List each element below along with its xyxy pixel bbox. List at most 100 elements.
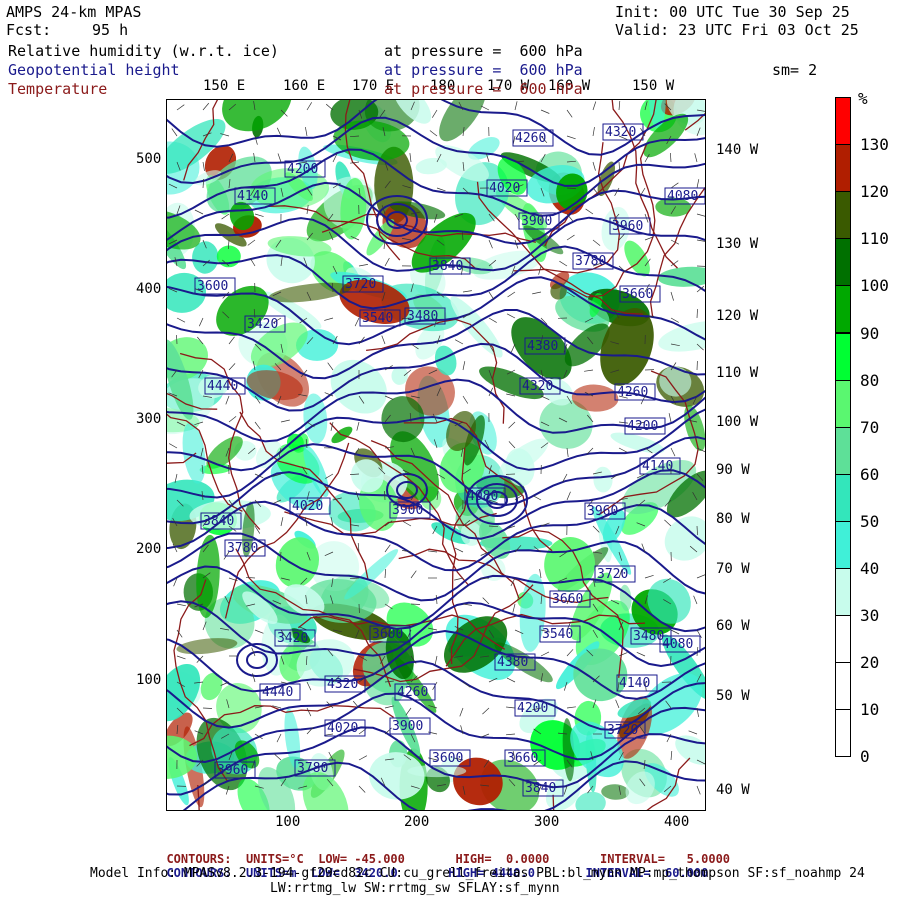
wind-barb xyxy=(566,491,571,501)
wind-barb xyxy=(225,395,230,405)
wind-barb xyxy=(202,161,205,171)
wind-barb xyxy=(358,755,368,761)
wind-barb xyxy=(614,187,620,196)
wind-barb xyxy=(636,651,646,657)
colorbar-segment xyxy=(835,473,851,522)
wind-barb xyxy=(618,100,621,111)
colorbar-label: 90 xyxy=(860,323,880,343)
map-canvas: 4320 4260 4200 4140 4080 4020 3960 3900 3840 3780… xyxy=(167,100,705,810)
wind-barb xyxy=(403,521,412,527)
colorbar-label: 60 xyxy=(860,464,880,484)
wind-barb xyxy=(354,317,360,327)
x-tick-label: 300 xyxy=(534,814,560,830)
wind-barb xyxy=(221,213,230,220)
height-label-text: 4320 xyxy=(605,125,636,140)
longitude-top-label: 150 W xyxy=(632,78,675,94)
wind-barb xyxy=(176,334,178,345)
wind-barb xyxy=(664,519,672,527)
wind-barb xyxy=(506,313,516,319)
wind-barb xyxy=(381,335,386,345)
wind-barb xyxy=(644,574,654,579)
longitude-top-label: 150 E xyxy=(203,78,246,94)
wind-barb xyxy=(325,473,334,479)
wind-barb xyxy=(566,234,575,241)
field-rh-label: Relative humidity (w.r.t. ice) xyxy=(8,42,279,60)
height-label-text: 4020 xyxy=(489,181,520,196)
colorbar-segment xyxy=(835,615,851,664)
wind-barb xyxy=(539,569,542,579)
colorbar-unit: % xyxy=(858,89,868,108)
height-label-text: 3900 xyxy=(392,503,423,518)
wind-barb xyxy=(276,127,282,137)
wind-barb xyxy=(507,291,516,298)
height-label-text: 4320 xyxy=(327,677,358,692)
wind-barb xyxy=(585,208,594,215)
wind-barb xyxy=(454,339,464,345)
colorbar-segment xyxy=(835,426,851,475)
wind-barb xyxy=(176,317,186,323)
wind-barb xyxy=(688,730,698,735)
longitude-right-label: 100 W xyxy=(716,414,759,430)
weather-map[interactable]: 4320 4260 4200 4140 4080 4020 3960 3900 3840 3780… xyxy=(166,99,706,811)
wind-barb xyxy=(505,733,516,736)
wind-barb xyxy=(274,753,282,761)
wind-barb xyxy=(540,109,550,114)
height-label-text: 3960 xyxy=(217,763,248,778)
colorbar-segment xyxy=(835,568,851,617)
colorbar-label: 70 xyxy=(860,417,880,437)
wind-barb xyxy=(384,544,391,553)
height-label-text: 4020 xyxy=(292,499,323,514)
forecast-hour: 95 h xyxy=(92,21,129,39)
wind-barb xyxy=(384,257,390,267)
wind-barb xyxy=(592,101,597,111)
colorbar-label: 110 xyxy=(860,229,889,249)
longitude-right-label: 50 W xyxy=(716,688,750,704)
height-label: 3600 xyxy=(194,277,236,295)
height-label-text: 4080 xyxy=(467,489,498,504)
wind-barb xyxy=(696,308,698,319)
height-label: 3780 xyxy=(572,252,614,270)
height-label-text: 3420 xyxy=(247,317,278,332)
height-label-text: 4440 xyxy=(207,379,238,394)
height-label: 4080 xyxy=(659,635,701,653)
wind-barb xyxy=(668,413,672,423)
wind-barb xyxy=(202,102,210,111)
y-tick-label: 100 xyxy=(136,672,162,688)
wind-barb xyxy=(254,421,261,430)
wind-barb xyxy=(247,239,256,246)
wind-barb xyxy=(358,785,366,793)
wind-barb xyxy=(384,705,394,709)
longitude-right-label: 60 W xyxy=(716,618,750,634)
wind-barb xyxy=(566,109,573,118)
height-label: 4020 xyxy=(289,497,331,515)
wind-barb xyxy=(280,419,290,423)
wind-barb xyxy=(566,447,569,457)
colorbar-label: 50 xyxy=(860,511,880,531)
wind-barb xyxy=(252,673,256,683)
longitude-right-label: 90 W xyxy=(716,462,750,478)
wind-barb xyxy=(670,655,672,666)
wind-barb xyxy=(566,706,576,709)
height-label-text: 3720 xyxy=(597,567,628,582)
humidity-patch xyxy=(675,735,705,765)
wind-barb xyxy=(245,576,256,579)
height-label-text: 3600 xyxy=(197,279,228,294)
model-info-line2: LW:rrtmg_lw SW:rrtmg_sw SFLAY:sf_mynn xyxy=(270,881,560,896)
wind-barb xyxy=(384,490,386,501)
height-label: 4440 xyxy=(204,377,246,395)
wind-barb xyxy=(488,239,493,249)
wind-barb xyxy=(228,336,235,345)
wind-barb xyxy=(510,343,516,353)
wind-barb xyxy=(615,699,620,709)
humidity-patch xyxy=(216,245,241,268)
height-label-text: 3540 xyxy=(362,311,393,326)
height-label: 4200 xyxy=(624,417,666,435)
height-label-text: 3540 xyxy=(542,627,573,642)
wind-barb xyxy=(410,570,417,579)
colorbar-label: 20 xyxy=(860,653,880,673)
wind-barb xyxy=(696,629,702,638)
wind-barb xyxy=(482,707,490,715)
height-label-text: 3660 xyxy=(622,287,653,302)
wind-barb xyxy=(228,363,236,371)
y-tick-label: 500 xyxy=(136,151,162,167)
